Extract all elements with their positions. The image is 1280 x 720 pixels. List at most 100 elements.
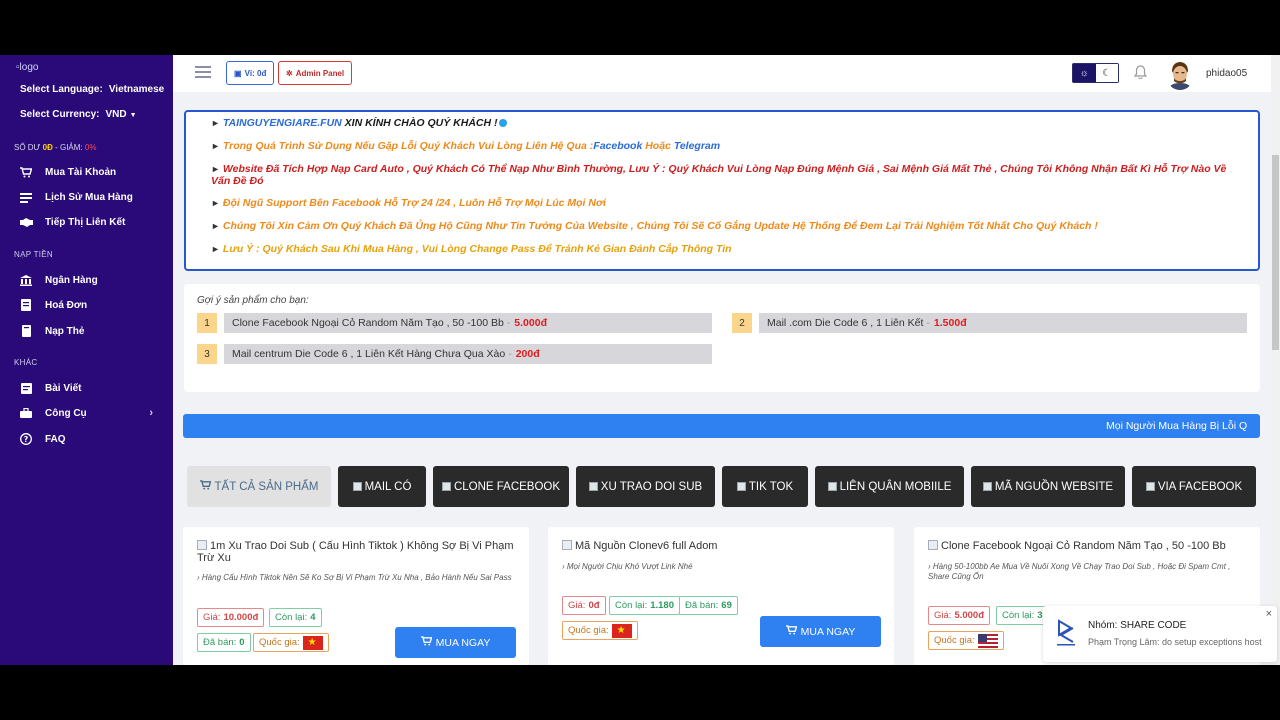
- notification-toast[interactable]: Nhóm: SHARE CODE Phạm Trọng Lâm: do setu…: [1043, 606, 1277, 662]
- or-text: Hoặc: [642, 140, 674, 152]
- suggested-item[interactable]: 1 Clone Facebook Ngoại Cỏ Random Năm Tạo…: [197, 313, 712, 333]
- cart-icon: [19, 166, 33, 178]
- tab-all-products[interactable]: TẤT CẢ SẢN PHẨM: [187, 466, 331, 507]
- product-description: › Hàng Cấu Hình Tiktok Nên Sẽ Ko Sợ Bị V…: [197, 573, 512, 582]
- sidebar-item-topup-card[interactable]: Nạp Thẻ: [19, 322, 159, 340]
- product-title[interactable]: 1m Xu Trao Doi Sub ( Cấu Hình Tiktok ) K…: [197, 540, 515, 564]
- facebook-link[interactable]: Facebook: [593, 140, 642, 152]
- stock-value: 1.180: [650, 600, 674, 611]
- vn-flag-icon: [302, 635, 323, 650]
- sidebar-item-bank[interactable]: Ngân Hàng: [19, 271, 159, 289]
- welcome-text: XIN KÍNH CHÀO QUÝ KHÁCH !: [341, 117, 498, 129]
- sidebar-item-affiliate[interactable]: Tiếp Thị Liên Kết: [19, 213, 159, 231]
- stock-tag: Còn lại: 4: [269, 608, 322, 627]
- wallet-label: Ví: 0đ: [244, 68, 267, 78]
- sidebar-item-label: Công Cụ: [45, 407, 87, 419]
- verified-badge-icon: [498, 119, 507, 127]
- admin-panel-button[interactable]: ✲ Admin Panel: [278, 61, 353, 85]
- product-title[interactable]: Clone Facebook Ngoại Cỏ Random Năm Tạo ,…: [928, 540, 1246, 552]
- price-tag: Giá: 10.000đ: [197, 608, 265, 627]
- suggested-item[interactable]: 3 Mail centrum Die Code 6 , 1 Liên Kết H…: [197, 344, 712, 364]
- buy-now-button[interactable]: MUA NGAY: [395, 627, 516, 658]
- sidebar-item-tools[interactable]: Công Cụ ›: [19, 404, 159, 422]
- tab-xu-trao-doi-sub[interactable]: XU TRAO DOI SUB: [576, 466, 715, 507]
- product-image-icon: [928, 540, 938, 550]
- avatar[interactable]: [1166, 60, 1194, 90]
- buy-now-label: MUA NGAY: [800, 625, 856, 638]
- language-value: Vietnamese: [108, 84, 165, 95]
- buy-now-button[interactable]: MUA NGAY: [760, 616, 881, 647]
- notice-line-1: ► TAINGUYENGIARE.FUN XIN KÍNH CHÀO QUÝ KH…: [211, 117, 1244, 129]
- suggested-title: Gợi ý sản phẩm cho bạn:: [197, 295, 309, 306]
- theme-toggle[interactable]: ☼ ☾: [1072, 63, 1119, 83]
- chevron-right-icon: ›: [149, 407, 153, 419]
- bank-icon: [19, 274, 33, 286]
- announcement-marquee: Mọi Người Mua Hàng Bị Lỗi Q: [183, 414, 1260, 438]
- sidebar-item-buy-account[interactable]: Mua Tài Khoản: [19, 163, 159, 181]
- tab-mail[interactable]: MAIL CÓ: [338, 466, 426, 507]
- product-image-icon: [197, 540, 207, 550]
- price-value: 5.000đ: [954, 610, 985, 621]
- vn-flag-icon: [611, 623, 632, 638]
- notice-line-5: ► Chúng Tôi Xin Cảm Ơn Quý Khách Đã Ủng H…: [211, 220, 1244, 232]
- sidebar-item-label: Nạp Thẻ: [45, 325, 85, 337]
- toolbox-icon: [19, 408, 33, 418]
- tab-tiktok[interactable]: TIK TOK: [722, 466, 808, 507]
- sidebar-item-label: Lịch Sử Mua Hàng: [45, 191, 133, 203]
- username[interactable]: phidao05: [1206, 68, 1247, 79]
- sidebar: ▫logo Select Language: Vietnamese Select …: [0, 55, 173, 665]
- logo-alt-text: logo: [19, 62, 39, 73]
- thanks-notice: Chúng Tôi Xin Cảm Ơn Quý Khách Đã Ủng Hộ…: [222, 220, 1098, 232]
- sidebar-item-purchase-history[interactable]: Lịch Sử Mua Hàng: [19, 188, 159, 206]
- language-selector[interactable]: Select Language: Vietnamese: [20, 84, 164, 95]
- section-other-heading: KHÁC: [14, 358, 38, 367]
- page-scrollbar[interactable]: [1271, 55, 1280, 665]
- suggested-price: 1.500đ: [933, 317, 967, 329]
- hamburger-menu-icon[interactable]: [195, 66, 211, 78]
- currency-selector[interactable]: Select Currency: VND ▼: [20, 109, 137, 120]
- sidebar-item-articles[interactable]: Bài Viết: [19, 379, 159, 397]
- bell-icon[interactable]: [1133, 65, 1148, 82]
- country-label: Quốc gia:: [934, 635, 975, 646]
- sold-value: 0: [239, 637, 245, 648]
- telegram-link[interactable]: Telegram: [674, 140, 720, 152]
- tab-via-facebook[interactable]: VIA FACEBOOK: [1132, 466, 1256, 507]
- bullet-triangle-icon: ►: [211, 244, 220, 254]
- sidebar-item-faq[interactable]: ? FAQ: [19, 430, 159, 448]
- sidebar-item-label: Hoá Đơn: [45, 299, 88, 311]
- notice-line-4: ► Đội Ngũ Support Bên Facebook Hỗ Trợ 24 …: [211, 197, 1244, 209]
- stock-label: Còn lại:: [615, 600, 648, 611]
- svg-text:?: ?: [24, 435, 29, 444]
- close-icon[interactable]: ×: [1266, 608, 1272, 620]
- price-label: Giá:: [568, 600, 586, 611]
- moon-icon[interactable]: ☾: [1095, 64, 1118, 82]
- suggested-item[interactable]: 2 Mail .com Die Code 6 , 1 Liên Kết -1.50…: [732, 313, 1247, 333]
- product-title[interactable]: Mã Nguồn Clonev6 full Adom: [562, 540, 880, 552]
- suggested-rank: 3: [197, 344, 217, 364]
- sold-value: 69: [721, 600, 732, 611]
- bullet-triangle-icon: ►: [211, 198, 220, 208]
- topbar: ▣ Ví: 0đ ✲ Admin Panel ☼ ☾ phidao05: [173, 55, 1271, 92]
- product-description-text: Hàng 50-100bb Ae Mua Về Nuôi Xong Về Chạ…: [928, 562, 1231, 581]
- sidebar-item-invoice[interactable]: Hoá Đơn: [19, 296, 159, 314]
- product-card: 1m Xu Trao Doi Sub ( Cấu Hình Tiktok ) K…: [183, 527, 529, 665]
- tab-clone-facebook[interactable]: CLONE FACEBOOK: [433, 466, 569, 507]
- wallet-button[interactable]: ▣ Ví: 0đ: [226, 61, 275, 85]
- tab-label: TẤT CẢ SẢN PHẨM: [214, 480, 319, 493]
- country-tag: Quốc gia:: [562, 621, 638, 640]
- tab-lien-quan-mobile[interactable]: LIÊN QUÂN MOBIILE: [815, 466, 964, 507]
- suggested-name: Clone Facebook Ngoại Cỏ Random Năm Tạo ,…: [232, 317, 504, 329]
- sun-icon[interactable]: ☼: [1073, 64, 1096, 82]
- category-image-icon: [1145, 482, 1155, 491]
- scrollbar-thumb[interactable]: [1272, 155, 1279, 350]
- country-tag: Quốc gia:: [253, 633, 329, 652]
- suggested-label: Clone Facebook Ngoại Cỏ Random Năm Tạo ,…: [224, 313, 712, 333]
- caret-down-icon: ▼: [129, 112, 137, 119]
- sold-label: Đã bán:: [203, 637, 237, 648]
- logo[interactable]: ▫logo: [16, 62, 38, 73]
- tab-source-code[interactable]: MÃ NGUỒN WEBSITE: [971, 466, 1125, 507]
- tab-label: XU TRAO DOI SUB: [600, 480, 703, 493]
- site-name: TAINGUYENGIARE.FUN: [222, 117, 342, 129]
- tab-label: MÃ NGUỒN WEBSITE: [994, 480, 1114, 493]
- suggested-label: Mail centrum Die Code 6 , 1 Liên Kết Hàn…: [224, 344, 712, 364]
